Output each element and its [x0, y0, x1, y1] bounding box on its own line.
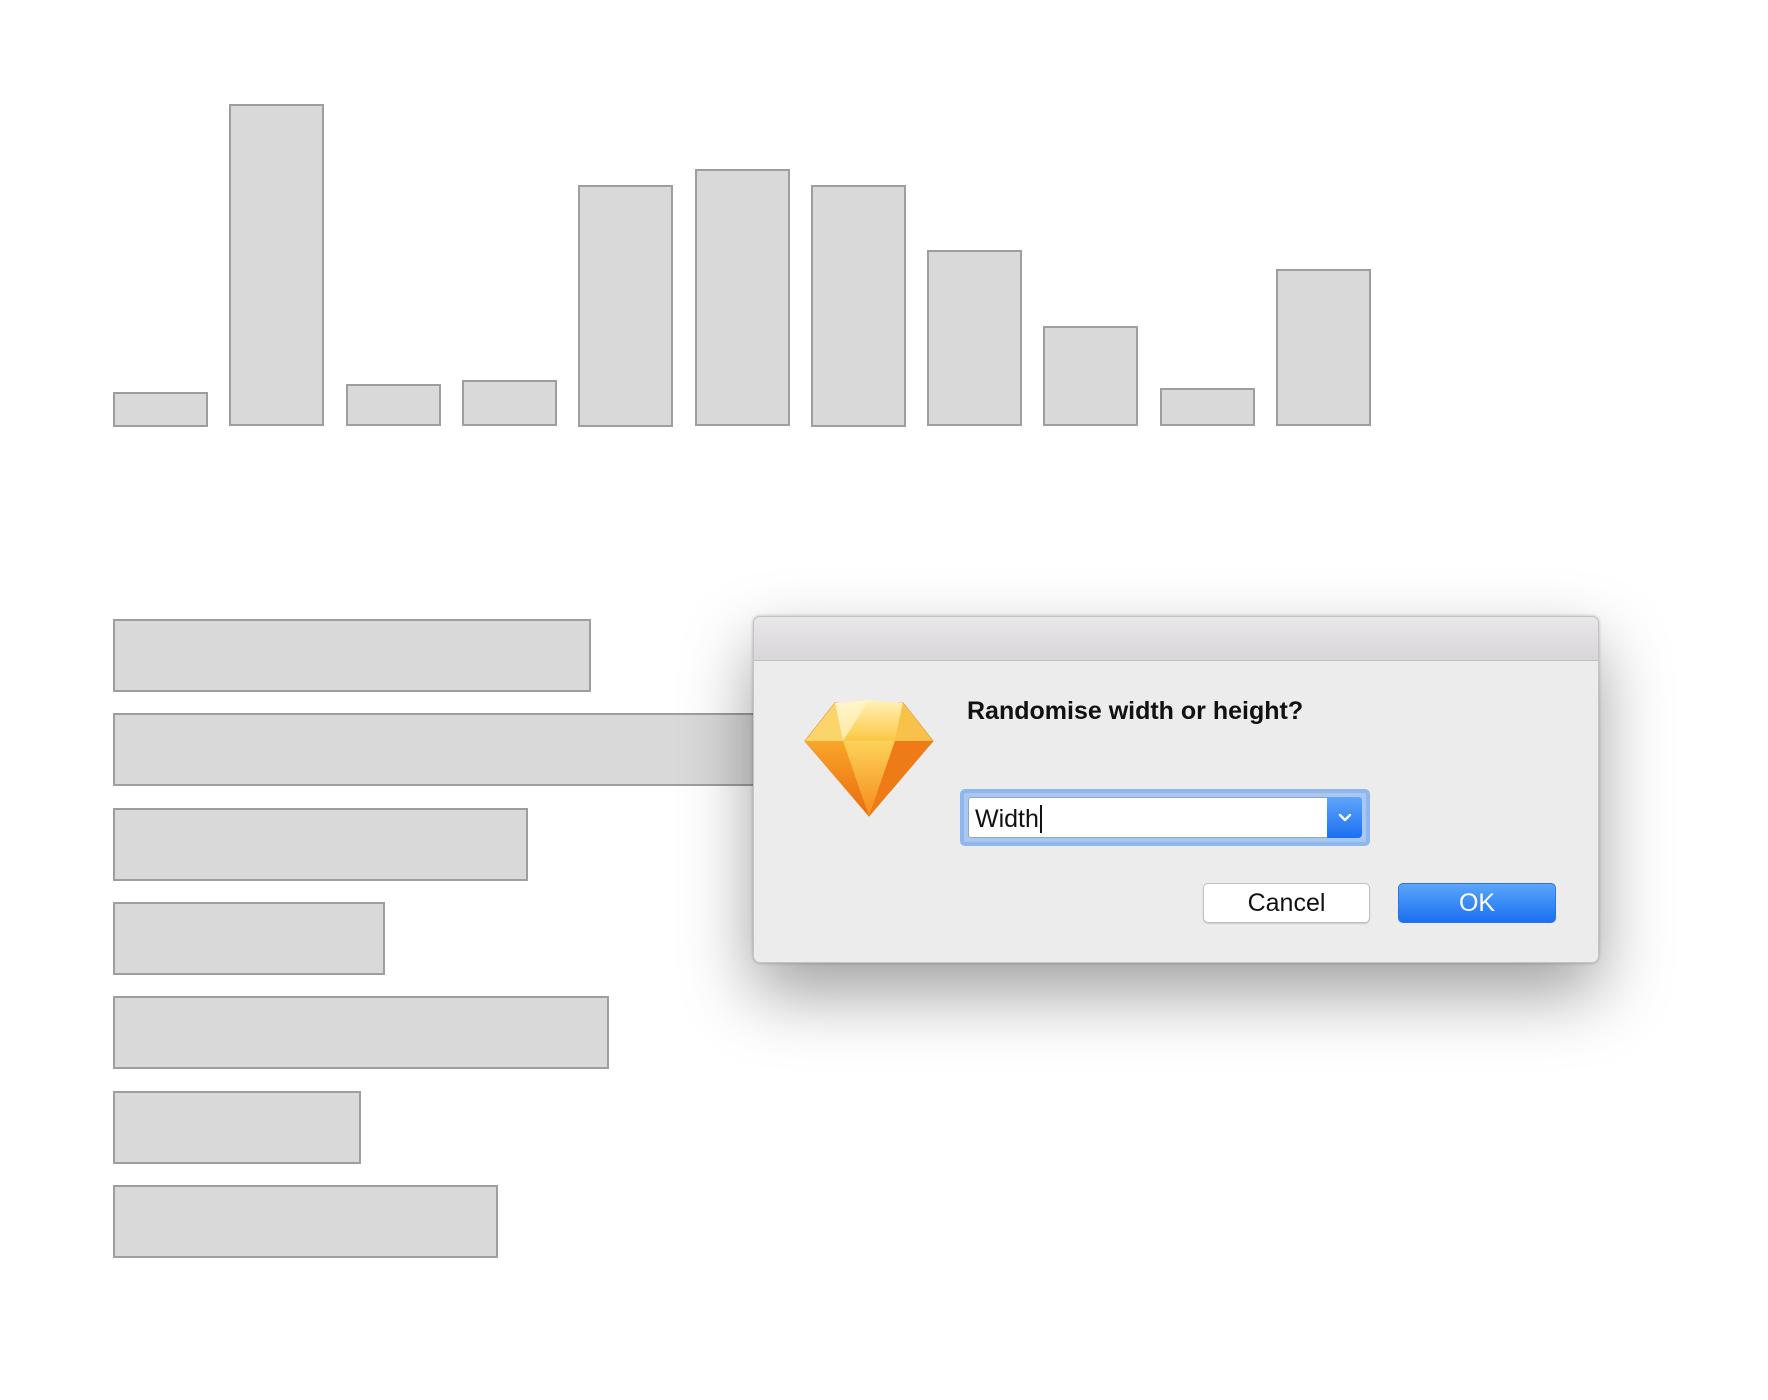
randomise-dialog: Randomise width or height? Width Cancel … [753, 616, 1599, 963]
chevron-down-icon [1338, 813, 1351, 821]
vertical-bar-shape[interactable] [229, 104, 324, 426]
combo-dropdown-button[interactable] [1327, 797, 1362, 838]
horizontal-bar-shape[interactable] [113, 619, 591, 692]
horizontal-bar-shape[interactable] [113, 713, 759, 786]
vertical-bar-shape[interactable] [346, 384, 441, 426]
horizontal-bar-shape[interactable] [113, 1091, 361, 1164]
combo-focus-ring: Width [960, 789, 1370, 846]
cancel-button[interactable]: Cancel [1203, 883, 1370, 923]
ok-button[interactable]: OK [1398, 883, 1556, 923]
vertical-bar-shape[interactable] [462, 380, 557, 426]
vertical-bar-shape[interactable] [927, 250, 1022, 426]
horizontal-bar-shape[interactable] [113, 1185, 498, 1258]
vertical-bar-shape[interactable] [1160, 388, 1255, 426]
vertical-bar-shape[interactable] [811, 185, 906, 427]
dialog-message: Randomise width or height? [967, 697, 1304, 725]
dialog-titlebar[interactable] [754, 617, 1598, 661]
horizontal-bar-shape[interactable] [113, 996, 609, 1069]
vertical-bar-shape[interactable] [1043, 326, 1138, 426]
vertical-bar-shape[interactable] [695, 169, 790, 426]
horizontal-bar-shape[interactable] [113, 808, 528, 881]
vertical-bar-shape[interactable] [113, 392, 208, 427]
width-height-combobox[interactable]: Width [968, 797, 1362, 838]
vertical-bar-shape[interactable] [578, 185, 673, 427]
sketch-diamond-icon [804, 700, 934, 817]
vertical-bar-shape[interactable] [1276, 269, 1371, 426]
horizontal-bar-shape[interactable] [113, 902, 385, 975]
combo-value[interactable]: Width [975, 805, 1042, 833]
